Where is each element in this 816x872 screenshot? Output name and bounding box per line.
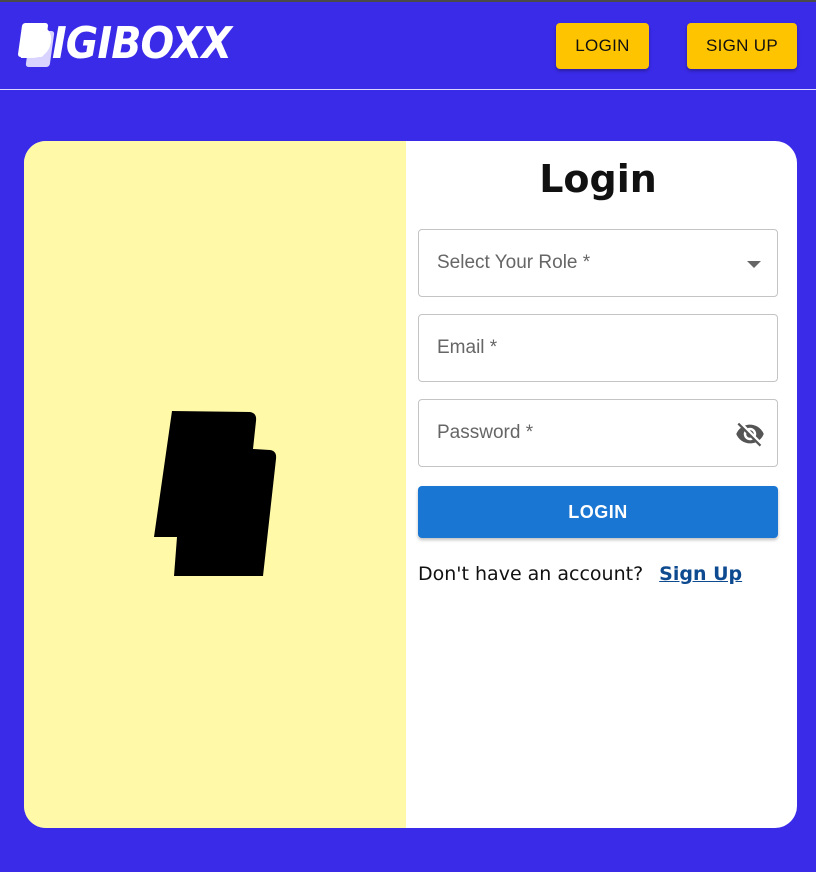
top-navbar: DIGIBOXX LOGIN SIGN UP [0, 2, 816, 90]
login-card: Login Select Your Role * Email * Passwor… [24, 141, 797, 828]
form-title: Login [539, 157, 657, 201]
login-form: Login Select Your Role * Email * Passwor… [418, 141, 778, 828]
eye-off-icon[interactable] [735, 419, 765, 449]
role-select[interactable]: Select Your Role * [418, 229, 778, 297]
logo-illustration [154, 411, 277, 576]
brand-logo[interactable]: DIGIBOXX [17, 18, 248, 70]
illustration-panel [24, 141, 406, 828]
logo-text: DIGIBOXX [20, 18, 232, 69]
role-select-label: Select Your Role * [437, 252, 591, 273]
email-field-label: Email * [437, 337, 498, 358]
login-submit-button[interactable]: LOGIN [418, 486, 778, 538]
header-login-button[interactable]: LOGIN [556, 23, 649, 69]
password-field[interactable]: Password * [418, 399, 778, 467]
email-field[interactable]: Email * [418, 314, 778, 382]
signup-prompt: Don't have an account? Sign Up [418, 560, 778, 588]
header-signup-button[interactable]: SIGN UP [687, 23, 797, 69]
signup-link[interactable]: Sign Up [659, 563, 742, 585]
chevron-down-icon [747, 261, 761, 268]
account-prompt-text: Don't have an account? [418, 563, 644, 585]
password-field-label: Password * [437, 422, 534, 443]
